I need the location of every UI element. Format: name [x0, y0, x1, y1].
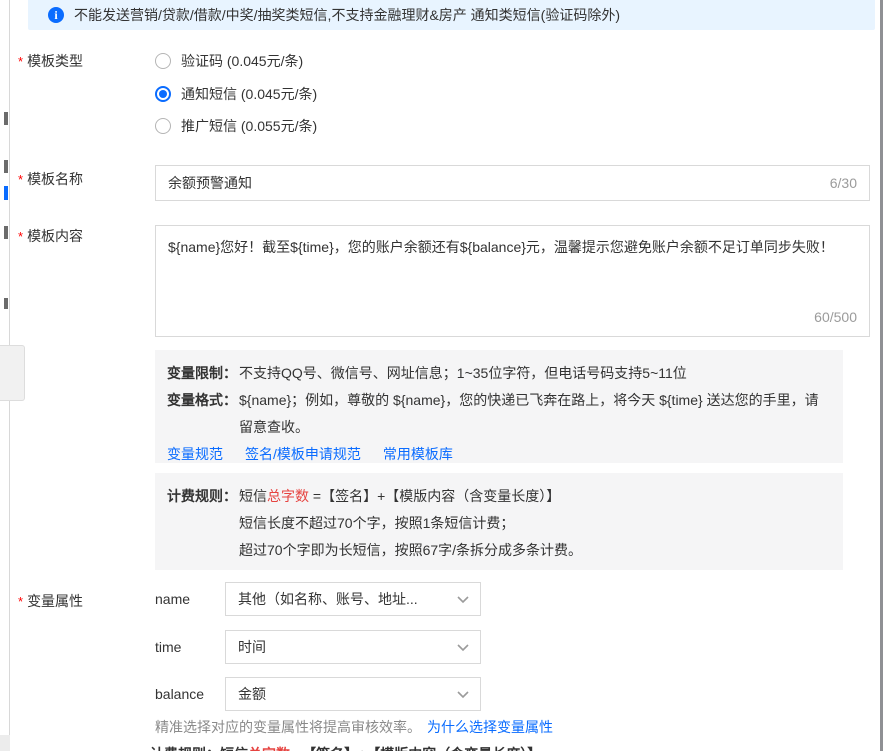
template-name-input[interactable]: 余额预警通知 6/30	[155, 165, 870, 201]
billing-rules-line3: 超过70个字即为长短信，按照67字/条拆分成多条计费。	[239, 537, 831, 564]
info-icon: i	[48, 7, 64, 23]
why-choose-variable-attr-link[interactable]: 为什么选择变量属性	[427, 719, 553, 735]
billing-rules-line2: 短信长度不超过70个字，按照1条短信计费；	[239, 510, 831, 537]
attr-select-balance-value: 金额	[238, 684, 456, 704]
clipped-graybox-fragment	[0, 345, 25, 401]
template-type-label: *模板类型	[18, 51, 83, 71]
radio-option-verification-code[interactable]: 验证码 (0.045元/条)	[155, 51, 303, 71]
chevron-down-icon	[456, 690, 470, 699]
clipped-text-fragment	[4, 160, 8, 173]
variable-format-text: ${name}；例如，尊敬的 ${name}，您的快递已飞奔在路上，将今天 ${…	[239, 387, 831, 441]
clipped-text-fragment	[4, 298, 8, 309]
chevron-down-icon	[456, 595, 470, 604]
billing-rules-line1: 短信总字数 =【签名】+【模版内容（含变量长度）】	[239, 483, 831, 510]
attr-select-time-value: 时间	[238, 637, 456, 657]
signature-template-spec-link[interactable]: 签名/模板申请规范	[245, 441, 361, 468]
clipped-next-billing-rules-line: 计费规则：短信总字数 =【签名】+【模版内容（含变量长度）】	[150, 744, 541, 751]
variable-attrs-label: *变量属性	[18, 591, 83, 611]
template-content-counter: 60/500	[814, 305, 857, 329]
clipped-text-fragment	[4, 226, 8, 239]
scrollbar[interactable]	[880, 0, 883, 751]
billing-rules-box: 计费规则： 短信总字数 =【签名】+【模版内容（含变量长度）】 短信长度不超过7…	[155, 473, 843, 570]
clipped-link-fragment	[4, 186, 8, 200]
common-template-library-link[interactable]: 常用模板库	[383, 441, 453, 468]
varname-time: time	[155, 639, 221, 655]
chevron-down-icon	[456, 643, 470, 652]
attr-select-name-value: 其他（如名称、账号、地址...	[238, 589, 456, 609]
required-mark: *	[18, 54, 23, 69]
required-mark: *	[18, 172, 23, 187]
radio-label: 推广短信 (0.055元/条)	[181, 116, 317, 136]
varname-balance: balance	[155, 686, 221, 702]
info-banner: i 不能发送营销/贷款/借款/中奖/抽奖类短信,不支持金融理财&房产 通知类短信…	[28, 0, 875, 30]
template-name-label: *模板名称	[18, 169, 83, 189]
template-name-value: 余额预警通知	[168, 173, 830, 193]
attr-select-time[interactable]: 时间	[225, 630, 481, 664]
varname-name: name	[155, 591, 221, 607]
radio-label: 通知短信 (0.045元/条)	[181, 84, 317, 104]
radio-icon[interactable]	[155, 53, 171, 69]
attr-hint-text: 精准选择对应的变量属性将提高审核效率。	[155, 719, 421, 735]
clipped-text-fragment	[4, 112, 8, 125]
radio-selected-icon[interactable]	[155, 86, 171, 102]
background-page-sliver	[0, 0, 10, 751]
radio-option-promo-sms[interactable]: 推广短信 (0.055元/条)	[155, 116, 317, 136]
variable-format-label: 变量格式：	[167, 387, 239, 441]
required-mark: *	[18, 594, 23, 609]
clipped-graybox-fragment	[0, 735, 10, 751]
template-content-label: *模板内容	[18, 226, 83, 246]
info-banner-text: 不能发送营销/贷款/借款/中奖/抽奖类短信,不支持金融理财&房产 通知类短信(验…	[74, 5, 620, 25]
radio-label: 验证码 (0.045元/条)	[181, 51, 303, 71]
total-chars-red-text: 总字数	[267, 488, 309, 504]
variable-limit-label: 变量限制：	[167, 360, 239, 387]
attr-select-name[interactable]: 其他（如名称、账号、地址...	[225, 582, 481, 616]
attr-hint: 精准选择对应的变量属性将提高审核效率。为什么选择变量属性	[155, 717, 553, 737]
sms-template-form-page: i 不能发送营销/贷款/借款/中奖/抽奖类短信,不支持金融理财&房产 通知类短信…	[0, 0, 887, 751]
variable-rules-box: 变量限制： 不支持QQ号、微信号、网址信息；1~35位字符，但电话号码支持5~1…	[155, 350, 843, 463]
template-content-value: ${name}您好！截至${time}，您的账户余额还有${balance}元，…	[168, 239, 834, 255]
attr-select-balance[interactable]: 金额	[225, 677, 481, 711]
template-content-textarea[interactable]: ${name}您好！截至${time}，您的账户余额还有${balance}元，…	[155, 225, 870, 337]
radio-icon[interactable]	[155, 118, 171, 134]
billing-rules-label: 计费规则：	[167, 483, 239, 510]
required-mark: *	[18, 229, 23, 244]
template-name-counter: 6/30	[830, 175, 857, 191]
radio-option-notification-sms[interactable]: 通知短信 (0.045元/条)	[155, 84, 317, 104]
variable-spec-link[interactable]: 变量规范	[167, 441, 223, 468]
variable-limit-text: 不支持QQ号、微信号、网址信息；1~35位字符，但电话号码支持5~11位	[239, 360, 831, 387]
